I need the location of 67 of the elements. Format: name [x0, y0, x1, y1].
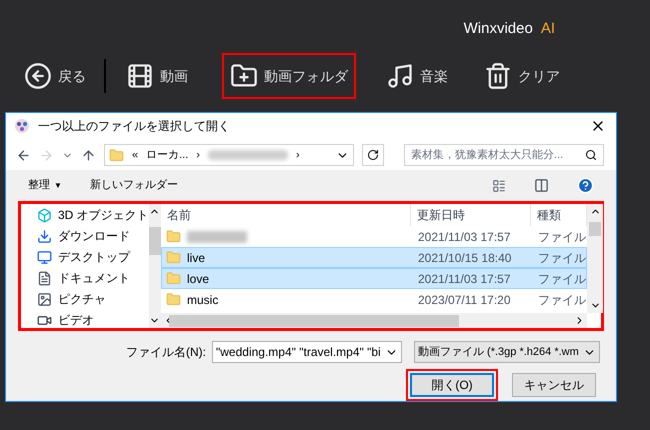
folder-icon	[166, 250, 181, 265]
monitor-icon	[37, 250, 52, 264]
breadcrumb-separator: ›	[296, 148, 300, 163]
nav-item[interactable]: デスクトップ	[37, 248, 149, 266]
trash-icon	[484, 62, 512, 90]
column-header[interactable]: 更新日時	[411, 204, 531, 226]
file-type: ファイル	[537, 228, 586, 246]
refresh-icon	[367, 149, 379, 162]
file-date: 2021/11/03 17:57	[417, 228, 512, 246]
nav-item[interactable]: ピクチャ	[37, 290, 149, 308]
file-name: love	[187, 270, 210, 288]
caret-icon: ▼	[54, 180, 62, 192]
preview-pane-icon[interactable]	[534, 178, 549, 194]
file-name: live	[187, 250, 206, 266]
file-name: music	[187, 292, 218, 308]
toolbar-button[interactable]: 動画	[118, 53, 196, 99]
filename-label: ファイル名(N):	[126, 344, 206, 361]
search-field[interactable]: 素材集，犹豫素材太大只能分...	[404, 144, 604, 166]
download-arrow-icon	[37, 228, 52, 244]
nav-item[interactable]: ビデオ	[37, 311, 149, 329]
refresh-button[interactable]	[362, 144, 384, 166]
address-bar[interactable]: « ローカ... › ›	[104, 144, 354, 166]
breadcrumb-prefix: «	[132, 148, 138, 163]
music-note-icon	[386, 62, 414, 90]
filename-field[interactable]: "wedding.mp4" "travel.mp4" "bi	[212, 341, 402, 363]
toolbar-button[interactable]: 音楽	[378, 53, 456, 99]
help-icon[interactable]	[577, 177, 594, 194]
file-date: 2021/11/03 17:57	[417, 270, 512, 288]
back-icon[interactable]	[16, 148, 31, 163]
cube-icon	[37, 208, 52, 222]
column-header[interactable]: 名前	[161, 204, 411, 226]
brand-suffix: AI	[540, 18, 555, 38]
file-type-dropdown[interactable]: 動画ファイル (*.3gp *.h264 *.wm	[414, 341, 600, 363]
file-date: 2021/10/15 18:40	[417, 250, 512, 266]
organize-menu[interactable]: 整理 ▼	[28, 177, 62, 194]
nav-item[interactable]: ドキュメント	[37, 269, 149, 287]
folder-icon	[166, 229, 181, 244]
file-type: ファイル	[537, 250, 586, 266]
brand-name: Winxvideo	[464, 18, 533, 38]
dialog-button[interactable]: キャンセル	[512, 373, 596, 397]
document-icon	[37, 270, 52, 286]
file-date: 2023/07/11 17:20	[417, 292, 512, 308]
nav-item[interactable]: 3D オブジェクト	[37, 206, 149, 224]
file-type: ファイル	[537, 292, 586, 308]
toolbar-button[interactable]: クリア	[476, 53, 568, 99]
up-icon[interactable]	[81, 148, 96, 163]
app-logo-icon	[14, 118, 30, 134]
folder-icon	[166, 271, 181, 286]
toolbar-button[interactable]: 戻る	[16, 53, 94, 99]
picture-icon	[37, 292, 52, 306]
file-type: ファイル	[537, 270, 586, 288]
film-icon	[126, 62, 154, 90]
file-row[interactable]: 2021/11/03 17:57 ファイル	[161, 226, 587, 247]
toolbar-button[interactable]: 動画フォルダ	[222, 53, 356, 99]
folder-icon	[166, 292, 181, 307]
nav-item[interactable]: ダウンロード	[37, 227, 149, 245]
new-folder-button[interactable]: 新しいフォルダー	[90, 177, 178, 194]
breadcrumb-separator: ›	[196, 148, 200, 163]
folder-icon	[109, 148, 124, 163]
file-row[interactable]: live 2021/10/15 18:40 ファイル	[161, 247, 587, 268]
search-icon	[585, 149, 597, 162]
file-row[interactable]: music 2023/07/11 17:20 ファイル	[161, 289, 587, 310]
file-row[interactable]: love 2021/11/03 17:57 ファイル	[161, 268, 587, 289]
view-options-icon[interactable]	[492, 178, 506, 193]
dialog-button[interactable]: 開く(O)	[410, 373, 494, 397]
breadcrumb-item[interactable]: ローカ...	[146, 146, 188, 164]
dialog-title: 一つ以上のファイルを選択して開く	[38, 118, 231, 136]
